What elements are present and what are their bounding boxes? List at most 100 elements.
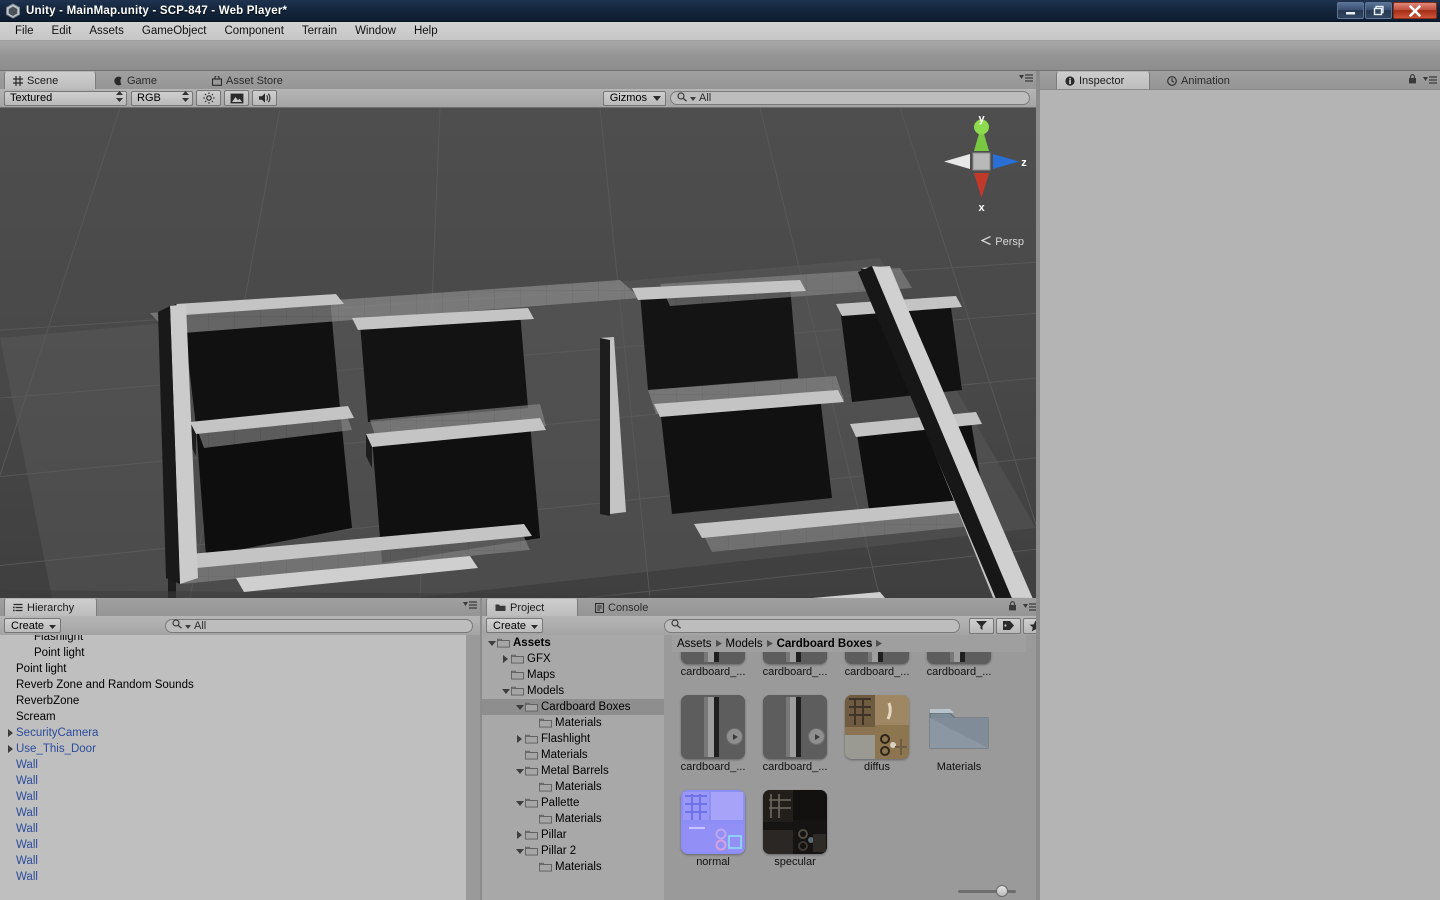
- project-tree-item-selected[interactable]: Cardboard Boxes: [482, 699, 664, 715]
- panel-divider-vertical[interactable]: [1036, 71, 1040, 900]
- zoom-slider-track[interactable]: [958, 884, 1016, 897]
- skybox-toggle-button[interactable]: [224, 90, 249, 106]
- model-preview-play-icon[interactable]: [808, 728, 825, 745]
- draw-mode-dropdown[interactable]: Textured: [4, 90, 127, 106]
- search-dropdown-arrow-icon[interactable]: [185, 620, 191, 632]
- tab-asset-store[interactable]: Asset Store: [203, 71, 293, 89]
- asset-item[interactable]: diffus: [836, 695, 918, 773]
- project-tree-item[interactable]: Materials: [482, 715, 664, 731]
- model-preview-play-icon[interactable]: [726, 728, 743, 745]
- hierarchy-item[interactable]: Use_This_Door: [0, 741, 466, 757]
- project-tree-item[interactable]: Maps: [482, 667, 664, 683]
- minimize-button[interactable]: [1337, 2, 1364, 19]
- lock-icon[interactable]: [1408, 74, 1417, 87]
- gizmos-dropdown[interactable]: Gizmos: [602, 90, 666, 106]
- asset-item[interactable]: cardboard_...: [754, 695, 836, 773]
- menu-component[interactable]: Component: [215, 22, 292, 40]
- project-search-input[interactable]: [664, 618, 960, 633]
- tab-console[interactable]: Console: [586, 598, 658, 616]
- hierarchy-item[interactable]: Point light: [0, 645, 466, 661]
- project-tree-item[interactable]: Materials: [482, 779, 664, 795]
- collapse-arrow-icon[interactable]: [514, 704, 525, 711]
- asset-item[interactable]: specular: [754, 790, 836, 868]
- asset-item[interactable]: cardboard_...: [918, 652, 1000, 678]
- collapse-arrow-icon[interactable]: [514, 800, 525, 807]
- asset-item[interactable]: Materials: [918, 695, 1000, 773]
- asset-zoom-slider[interactable]: [672, 882, 1026, 900]
- lock-icon[interactable]: [1008, 601, 1017, 614]
- hierarchy-item[interactable]: Wall: [0, 821, 466, 837]
- collapse-arrow-icon[interactable]: [514, 848, 525, 855]
- hierarchy-item[interactable]: Wall: [0, 757, 466, 773]
- audio-toggle-button[interactable]: [252, 90, 277, 106]
- filter-by-type-button[interactable]: [969, 617, 994, 634]
- collapse-arrow-icon[interactable]: [500, 688, 511, 695]
- expand-arrow-icon[interactable]: [514, 831, 525, 839]
- hierarchy-item[interactable]: Wall: [0, 789, 466, 805]
- collapse-arrow-icon[interactable]: [486, 640, 497, 647]
- project-create-button[interactable]: Create: [486, 618, 544, 633]
- tab-scene[interactable]: Scene: [4, 71, 96, 89]
- inspector-panel-menu[interactable]: [1408, 74, 1437, 87]
- project-folder-tree[interactable]: Assets GFX Maps Models Cardboard Boxes Materi…: [482, 635, 664, 900]
- scene-panel-menu[interactable]: [1019, 74, 1033, 83]
- project-tree-item[interactable]: Models: [482, 683, 664, 699]
- hierarchy-panel-menu[interactable]: [463, 601, 477, 610]
- hierarchy-item[interactable]: Wall: [0, 837, 466, 853]
- tab-game[interactable]: Game: [104, 71, 167, 89]
- expand-arrow-icon[interactable]: [514, 735, 525, 743]
- menu-assets[interactable]: Assets: [80, 22, 133, 40]
- projection-mode-label[interactable]: Persp: [980, 235, 1024, 248]
- breadcrumb-item-models[interactable]: Models: [726, 638, 763, 650]
- project-tree-item[interactable]: Flashlight: [482, 731, 664, 747]
- color-mode-dropdown[interactable]: RGB: [131, 90, 193, 106]
- project-tree-item[interactable]: Assets: [482, 635, 664, 651]
- lighting-toggle-button[interactable]: [196, 90, 221, 106]
- hierarchy-create-button[interactable]: Create: [4, 618, 62, 633]
- project-tree-item[interactable]: Metal Barrels: [482, 763, 664, 779]
- project-tree-item[interactable]: Pallette: [482, 795, 664, 811]
- zoom-slider-knob[interactable]: [996, 884, 1008, 897]
- restore-button[interactable]: [1365, 2, 1392, 19]
- panel-divider-hierarchy-project[interactable]: [480, 598, 482, 900]
- close-button[interactable]: [1393, 2, 1437, 19]
- hierarchy-search-input[interactable]: All: [165, 618, 473, 633]
- tab-project[interactable]: Project: [486, 598, 578, 616]
- breadcrumb-item-assets[interactable]: Assets: [677, 638, 712, 650]
- scene-search-input[interactable]: All: [670, 91, 1030, 105]
- hierarchy-item[interactable]: Wall: [0, 805, 466, 821]
- project-tree-item[interactable]: Materials: [482, 859, 664, 875]
- scene-orientation-gizmo[interactable]: y x z: [933, 113, 1031, 218]
- hierarchy-item[interactable]: Wall: [0, 869, 466, 885]
- menu-terrain[interactable]: Terrain: [293, 22, 346, 40]
- asset-item[interactable]: cardboard_...: [836, 652, 918, 678]
- asset-item[interactable]: cardboard_...: [672, 695, 754, 773]
- scene-viewport[interactable]: y x z Persp: [0, 108, 1036, 598]
- menu-help[interactable]: Help: [405, 22, 447, 40]
- asset-item[interactable]: cardboard_...: [754, 652, 836, 678]
- hierarchy-item[interactable]: ReverbZone: [0, 693, 466, 709]
- asset-grid[interactable]: cardboard_... cardboard_... cardboard_... c…: [672, 652, 1026, 881]
- filter-by-label-button[interactable]: [996, 617, 1021, 634]
- menu-edit[interactable]: Edit: [43, 22, 81, 40]
- hierarchy-item[interactable]: SecurityCamera: [0, 725, 466, 741]
- expand-arrow-icon[interactable]: [500, 655, 511, 663]
- hierarchy-item[interactable]: Wall: [0, 853, 466, 869]
- hierarchy-list[interactable]: Flashlight Point light Point light Reverb Z…: [0, 635, 466, 900]
- project-tree-item[interactable]: Materials: [482, 747, 664, 763]
- search-dropdown-arrow-icon[interactable]: [690, 92, 696, 104]
- hierarchy-item[interactable]: Wall: [0, 773, 466, 789]
- hierarchy-item[interactable]: Flashlight: [0, 635, 466, 645]
- tab-inspector[interactable]: Inspector: [1056, 71, 1150, 89]
- expand-arrow-icon[interactable]: [4, 729, 16, 737]
- tab-hierarchy[interactable]: Hierarchy: [4, 598, 97, 616]
- tab-animation[interactable]: Animation: [1158, 71, 1240, 89]
- asset-item[interactable]: normal: [672, 790, 754, 868]
- menu-gameobject[interactable]: GameObject: [133, 22, 216, 40]
- hierarchy-item[interactable]: Point light: [0, 661, 466, 677]
- project-tree-item[interactable]: Pillar: [482, 827, 664, 843]
- hierarchy-item[interactable]: Reverb Zone and Random Sounds: [0, 677, 466, 693]
- menu-file[interactable]: File: [6, 22, 43, 40]
- breadcrumb-item-current[interactable]: Cardboard Boxes: [777, 638, 873, 650]
- hierarchy-item[interactable]: Scream: [0, 709, 466, 725]
